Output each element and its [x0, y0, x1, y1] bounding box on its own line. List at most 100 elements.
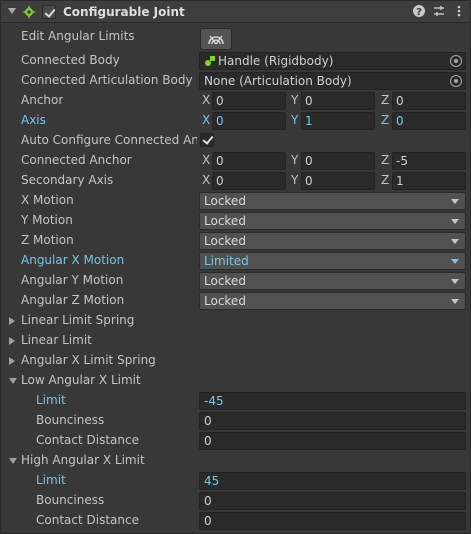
connected-anchor-x-field[interactable]: 0 — [212, 152, 286, 170]
high-limit-value: 45 — [204, 474, 220, 488]
axis-z-field[interactable]: 0 — [392, 112, 466, 130]
high-angular-x-limit-label: High Angular X Limit — [21, 453, 145, 467]
high-contact-distance-row: Contact Distance 0 — [1, 511, 470, 531]
high-bounciness-field[interactable]: 0 — [199, 492, 466, 510]
angular-z-motion-dropdown[interactable]: Locked — [199, 292, 466, 310]
high-limit-row: Limit 45 — [1, 471, 470, 491]
low-angular-x-limit-foldout[interactable]: Low Angular X Limit — [1, 371, 470, 391]
expand-arrow-icon[interactable] — [9, 317, 15, 325]
angular-x-motion-row: Angular X Motion Limited — [1, 251, 470, 271]
dropdown-arrow-icon — [451, 279, 459, 284]
axis-label: Axis — [21, 113, 46, 127]
secondary-axis-z-field[interactable]: 1 — [392, 172, 466, 190]
angular-y-motion-value: Locked — [204, 274, 246, 288]
z-motion-dropdown[interactable]: Locked — [199, 232, 466, 250]
configurable-joint-icon — [22, 5, 36, 19]
y-motion-row: Y Motion Locked — [1, 211, 470, 231]
connected-articulation-body-row: Connected Articulation Body None (Articu… — [1, 71, 470, 91]
presets-icon[interactable] — [431, 4, 446, 19]
dropdown-arrow-icon — [451, 199, 459, 204]
auto-configure-label: Auto Configure Connected Anch — [21, 133, 197, 147]
connected-anchor-x-label: X — [202, 153, 211, 167]
linear-limit-foldout[interactable]: Linear Limit — [1, 331, 470, 351]
angular-x-limit-spring-foldout[interactable]: Angular X Limit Spring — [1, 351, 470, 371]
anchor-y-value: 0 — [305, 94, 313, 108]
z-motion-value: Locked — [204, 234, 246, 248]
x-motion-dropdown[interactable]: Locked — [199, 192, 466, 210]
connected-articulation-body-label: Connected Articulation Body — [21, 73, 193, 87]
collapse-arrow-icon[interactable] — [8, 8, 16, 14]
high-contact-distance-field[interactable]: 0 — [199, 512, 466, 530]
connected-articulation-body-field[interactable]: None (Articulation Body) — [199, 72, 466, 90]
low-limit-field[interactable]: -45 — [199, 392, 466, 410]
high-limit-label: Limit — [36, 473, 66, 487]
edit-angular-limits-button[interactable] — [200, 28, 232, 50]
collapse-arrow-icon[interactable] — [9, 458, 17, 464]
connected-anchor-label: Connected Anchor — [21, 153, 132, 167]
linear-limit-spring-foldout[interactable]: Linear Limit Spring — [1, 311, 470, 331]
collapse-arrow-icon[interactable] — [9, 378, 17, 384]
anchor-z-label: Z — [381, 93, 390, 107]
y-motion-dropdown[interactable]: Locked — [199, 212, 466, 230]
low-contact-distance-value: 0 — [204, 434, 212, 448]
anchor-y-label: Y — [291, 93, 299, 107]
connected-body-field[interactable]: Handle (Rigidbody) — [199, 52, 466, 70]
high-bounciness-row: Bounciness 0 — [1, 491, 470, 511]
low-limit-label: Limit — [36, 393, 66, 407]
edit-angular-limits-row: Edit Angular Limits — [1, 27, 470, 47]
help-icon[interactable]: ? — [411, 4, 426, 19]
object-picker-icon[interactable] — [450, 75, 462, 87]
secondary-axis-y-field[interactable]: 0 — [301, 172, 375, 190]
anchor-x-field[interactable]: 0 — [212, 92, 286, 110]
axis-y-field[interactable]: 1 — [301, 112, 375, 130]
connected-anchor-z-field[interactable]: -5 — [392, 152, 466, 170]
high-angular-x-limit-foldout[interactable]: High Angular X Limit — [1, 451, 470, 471]
secondary-axis-label: Secondary Axis — [21, 173, 114, 187]
y-motion-label: Y Motion — [21, 213, 73, 227]
more-icon[interactable] — [451, 4, 466, 19]
y-motion-value: Locked — [204, 214, 246, 228]
anchor-x-value: 0 — [216, 94, 224, 108]
anchor-z-field[interactable]: 0 — [392, 92, 466, 110]
expand-arrow-icon[interactable] — [9, 337, 15, 345]
anchor-row: Anchor X 0 Y 0 Z 0 — [1, 91, 470, 111]
x-motion-label: X Motion — [21, 193, 74, 207]
low-bounciness-field[interactable]: 0 — [199, 412, 466, 430]
expand-arrow-icon[interactable] — [9, 357, 15, 365]
axis-z-label: Z — [381, 113, 390, 127]
dropdown-arrow-icon — [451, 259, 459, 264]
connected-anchor-y-field[interactable]: 0 — [301, 152, 375, 170]
z-motion-label: Z Motion — [21, 233, 74, 247]
connected-anchor-z-label: Z — [381, 153, 390, 167]
secondary-axis-x-label: X — [202, 173, 211, 187]
axis-x-field[interactable]: 0 — [212, 112, 286, 130]
angular-x-motion-dropdown[interactable]: Limited — [199, 252, 466, 270]
rigidbody-icon — [205, 56, 215, 66]
low-contact-distance-field[interactable]: 0 — [199, 432, 466, 450]
high-limit-field[interactable]: 45 — [199, 472, 466, 490]
angular-z-motion-value: Locked — [204, 294, 246, 308]
auto-configure-checkbox[interactable] — [200, 133, 214, 147]
anchor-y-field[interactable]: 0 — [301, 92, 375, 110]
axis-x-value: 0 — [216, 114, 224, 128]
object-picker-icon[interactable] — [450, 55, 462, 67]
connected-anchor-y-value: 0 — [305, 154, 313, 168]
axis-y-label: Y — [291, 113, 299, 127]
angular-y-motion-dropdown[interactable]: Locked — [199, 272, 466, 290]
axis-z-value: 0 — [396, 114, 404, 128]
x-motion-value: Locked — [204, 194, 246, 208]
low-contact-distance-row: Contact Distance 0 — [1, 431, 470, 451]
low-contact-distance-label: Contact Distance — [36, 433, 139, 447]
secondary-axis-z-value: 1 — [396, 174, 404, 188]
component-header[interactable]: Configurable Joint ? — [1, 1, 470, 23]
secondary-axis-row: Secondary Axis X 0 Y 0 Z 1 — [1, 171, 470, 191]
auto-configure-row: Auto Configure Connected Anch — [1, 131, 470, 151]
dropdown-arrow-icon — [451, 239, 459, 244]
enabled-checkbox[interactable] — [42, 5, 56, 19]
axis-x-label: X — [202, 113, 211, 127]
secondary-axis-x-field[interactable]: 0 — [212, 172, 286, 190]
secondary-axis-x-value: 0 — [216, 174, 224, 188]
connected-anchor-row: Connected Anchor X 0 Y 0 Z -5 — [1, 151, 470, 171]
angular-y-motion-label: Angular Y Motion — [21, 273, 124, 287]
secondary-axis-z-label: Z — [381, 173, 390, 187]
